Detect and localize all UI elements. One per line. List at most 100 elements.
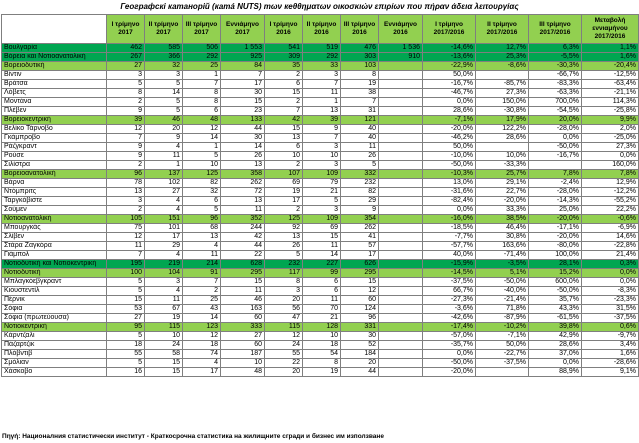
value-cell: 60 bbox=[220, 313, 265, 323]
percent-cell: 39,8% bbox=[528, 322, 582, 332]
percent-cell: -80,0% bbox=[528, 241, 582, 251]
percent-cell: -35,7% bbox=[422, 340, 476, 350]
percent-cell: -31,6% bbox=[422, 187, 476, 197]
value-cell: 78 bbox=[106, 178, 145, 188]
value-cell: 24 bbox=[264, 340, 303, 350]
table-row: Πέρνικ 15 11 25 46 20 11 60 -27,3% -21,4% 35,7% -23… bbox=[1, 295, 639, 305]
value-cell bbox=[378, 70, 423, 80]
value-cell: 11 bbox=[182, 250, 221, 260]
value-cell: 123 bbox=[182, 322, 221, 332]
percent-cell: 50,0% bbox=[475, 340, 529, 350]
value-cell bbox=[378, 340, 423, 350]
value-cell: 29 bbox=[340, 196, 379, 206]
table-row: Ρούσε 9 11 5 26 10 10 26 -10,0% 10,0% -16,7% 0,0% bbox=[1, 151, 639, 161]
value-cell: 124 bbox=[340, 304, 379, 314]
table-row: Σλίβεν 12 17 13 42 13 15 41 -7,7% 30,8% -20,0% 14,6… bbox=[1, 232, 639, 242]
value-cell: 352 bbox=[220, 214, 265, 224]
percent-cell: -30,3% bbox=[528, 61, 582, 71]
value-cell: 52 bbox=[340, 340, 379, 350]
percent-cell: -25,8% bbox=[581, 106, 639, 116]
percent-cell: -20,0% bbox=[475, 196, 529, 206]
value-cell: 219 bbox=[144, 259, 183, 269]
value-cell: 47 bbox=[264, 313, 303, 323]
value-cell: 121 bbox=[340, 115, 379, 125]
value-cell: 2 bbox=[106, 205, 145, 215]
percent-cell: -7,7% bbox=[422, 232, 476, 242]
percent-cell: 0,0% bbox=[581, 268, 639, 278]
value-cell bbox=[378, 304, 423, 314]
value-cell: 541 bbox=[264, 43, 303, 53]
table-row: Βουλγαρία 462 585 506 1 553 541 519 476 1 536 -14… bbox=[1, 43, 639, 53]
value-cell: 10 bbox=[302, 151, 341, 161]
value-cell: 27 bbox=[106, 61, 145, 71]
value-cell: 20 bbox=[264, 295, 303, 305]
value-cell: 6 bbox=[264, 142, 303, 152]
percent-cell: -33,3% bbox=[475, 160, 529, 170]
percent-cell: -50,0% bbox=[475, 277, 529, 287]
table-row: Σούμεν 2 4 5 11 2 3 9 0,0% 33,3% 25,0% 22,2% bbox=[1, 205, 639, 215]
percent-cell: 21,4% bbox=[581, 250, 639, 260]
region-name-cell: Γιάμπολ bbox=[1, 250, 107, 260]
percent-cell: -5,5% bbox=[528, 52, 582, 62]
value-cell: 58 bbox=[144, 349, 183, 359]
value-cell: 10 bbox=[302, 331, 341, 341]
percent-cell: -50,0% bbox=[528, 286, 582, 296]
value-cell: 99 bbox=[302, 268, 341, 278]
value-cell: 262 bbox=[340, 223, 379, 233]
table-row: Σόφια (πρωτεύουσα) 27 19 14 60 47 21 96 -42,6% -8… bbox=[1, 313, 639, 323]
percent-cell: -20,0% bbox=[528, 232, 582, 242]
value-cell bbox=[378, 322, 423, 332]
region-name-cell: Πλέβεν bbox=[1, 106, 107, 116]
value-cell: 332 bbox=[340, 169, 379, 179]
percent-cell: 5,1% bbox=[475, 268, 529, 278]
source-note: Πηγή: Националния статистически институт… bbox=[2, 433, 384, 440]
table-row: Βελίκο Τάρνοβο 12 20 12 44 15 9 40 -20,0% 122,2% -… bbox=[1, 124, 639, 134]
percent-cell: 9,9% bbox=[581, 115, 639, 125]
value-cell: 12 bbox=[106, 232, 145, 242]
value-cell: 5 bbox=[182, 205, 221, 215]
value-cell: 25 bbox=[182, 295, 221, 305]
table-row: Σόφια 53 67 43 163 56 70 124 -3,6% 71,8% 43,3% 31,5… bbox=[1, 304, 639, 314]
column-header: II τρίμηνο 2017 bbox=[144, 14, 183, 44]
table-body: Βουλγαρία 462 585 506 1 553 541 519 476 1 536 -14… bbox=[1, 43, 639, 377]
value-cell: 9 bbox=[106, 142, 145, 152]
value-cell: 13 bbox=[302, 106, 341, 116]
percent-cell: -17,4% bbox=[422, 322, 476, 332]
column-header: Εννιάμηνο 2017 bbox=[220, 14, 265, 44]
region-name-cell: Γκάμπροβο bbox=[1, 133, 107, 143]
percent-cell: -3,6% bbox=[422, 304, 476, 314]
percent-cell: -10,2% bbox=[475, 322, 529, 332]
value-cell: 331 bbox=[340, 322, 379, 332]
region-name-cell: Πέρνικ bbox=[1, 295, 107, 305]
value-cell: 262 bbox=[220, 178, 265, 188]
percent-cell: 1,6% bbox=[581, 52, 639, 62]
table-row: Χάσκοβο 16 15 17 48 20 19 44 -20,0% 88,9% 9,1% bbox=[1, 367, 639, 377]
value-cell: 9 bbox=[340, 205, 379, 215]
value-cell: 628 bbox=[220, 259, 265, 269]
percent-cell: -22,7% bbox=[475, 349, 529, 359]
value-cell: 3 bbox=[302, 70, 341, 80]
percent-cell: -22,9% bbox=[422, 61, 476, 71]
value-cell: 40 bbox=[340, 124, 379, 134]
value-cell: 7 bbox=[182, 277, 221, 287]
value-cell: 7 bbox=[302, 133, 341, 143]
region-name-cell: Σμόλιαν bbox=[1, 358, 107, 368]
value-cell: 104 bbox=[144, 268, 183, 278]
column-header: Μεταβολή εννιαμήνου 2017/2016 bbox=[581, 14, 639, 44]
percent-cell: 0,3% bbox=[581, 259, 639, 269]
value-cell: 13 bbox=[182, 232, 221, 242]
value-cell: 11 bbox=[106, 241, 145, 251]
value-cell: 57 bbox=[340, 241, 379, 251]
percent-cell: 25,3% bbox=[475, 52, 529, 62]
percent-cell: -20,0% bbox=[422, 367, 476, 377]
value-cell: 925 bbox=[220, 52, 265, 62]
region-name-cell: Μοντάνα bbox=[1, 97, 107, 107]
value-cell: 7 bbox=[106, 133, 145, 143]
value-cell: 46 bbox=[220, 295, 265, 305]
page: Географскі катанорій (катá NUTS) тων кеθ… bbox=[0, 0, 639, 443]
value-cell: 5 bbox=[302, 196, 341, 206]
table-row: Νοτιοκεντρική 95 115 123 333 115 128 331 -17,4% -… bbox=[1, 322, 639, 332]
value-cell: 5 bbox=[106, 286, 145, 296]
table-row: Βίντιν 3 3 1 7 2 3 8 50,0% -66,7% -12,5% bbox=[1, 70, 639, 80]
value-cell: 2 bbox=[106, 97, 145, 107]
